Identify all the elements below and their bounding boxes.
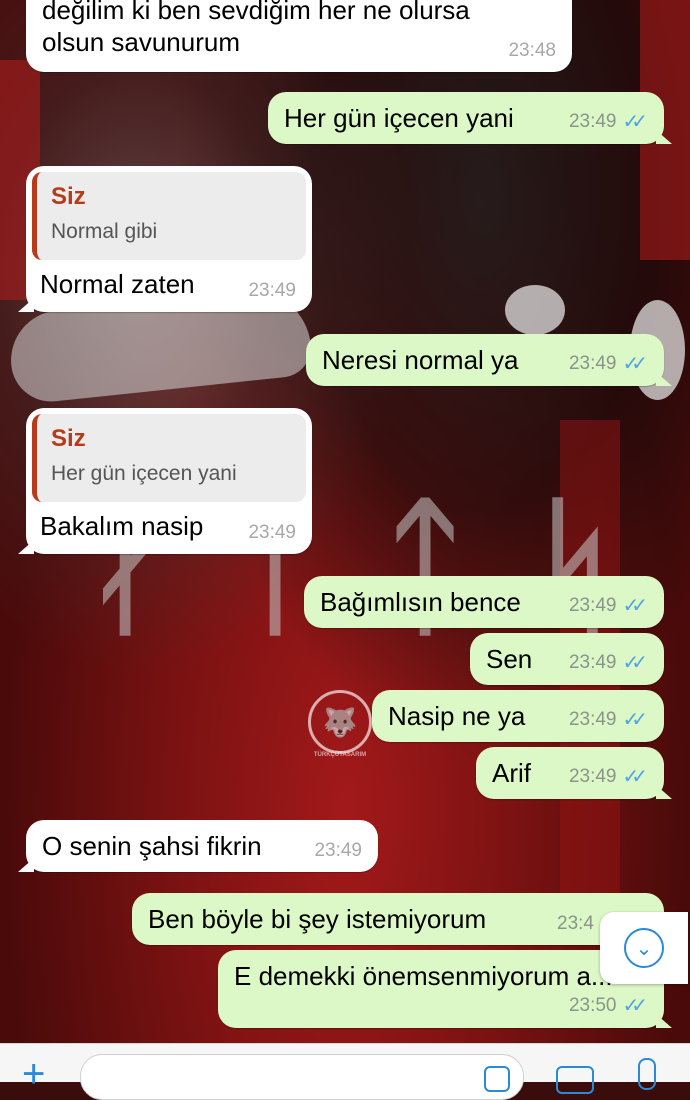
watermark-text: TÜRKÇÜTASARIM xyxy=(313,752,367,758)
plus-icon[interactable]: + xyxy=(22,1054,45,1094)
message-time: 23:49 xyxy=(314,840,362,862)
message-timestamp: 23:49 xyxy=(568,651,617,673)
quote-text: Normal gibi xyxy=(51,220,158,243)
message-time: 23:49 ✓✓ xyxy=(569,109,648,134)
message-timestamp: 23:49 xyxy=(568,352,617,374)
message-incoming[interactable]: O senin şahsi fikrin 23:49 xyxy=(18,820,378,872)
message-timestamp: 23:49 xyxy=(248,522,296,543)
message-outgoing[interactable]: Arif 23:49 ✓✓ xyxy=(476,747,672,799)
message-timestamp: 23:4 xyxy=(557,913,594,934)
message-time: 23:49 xyxy=(248,280,296,302)
message-timestamp: 23:49 xyxy=(314,840,362,861)
double-check-icon: ✓✓ xyxy=(622,995,647,1017)
message-time: 23:49 ✓✓ xyxy=(569,650,648,675)
message-time: 23:48 xyxy=(508,40,556,62)
scroll-to-bottom-button[interactable]: ⌄ xyxy=(600,912,688,984)
double-check-icon: ✓✓ xyxy=(622,709,647,731)
message-time: 23:49 ✓✓ xyxy=(569,707,648,732)
message-outgoing[interactable]: Her gün içecen yani 23:49 ✓✓ xyxy=(268,92,672,144)
message-incoming-reply[interactable]: Siz Normal gibi Normal zaten 23:49 xyxy=(18,166,312,312)
message-text: değilim ki ben sevdiğim her ne olursa xyxy=(42,0,470,25)
double-check-icon: ✓✓ xyxy=(622,111,647,133)
double-check-icon: ✓✓ xyxy=(622,353,647,375)
message-timestamp: 23:49 xyxy=(568,765,617,787)
quote-author: Siz xyxy=(51,425,86,452)
double-check-icon: ✓✓ xyxy=(622,595,647,617)
mic-icon[interactable] xyxy=(638,1058,656,1090)
message-text: E demekki önemsenmiyorum a... xyxy=(234,961,613,991)
quoted-message[interactable]: Siz Normal gibi xyxy=(32,172,306,260)
message-time: 23:49 ✓✓ xyxy=(569,593,648,618)
message-outgoing[interactable]: Neresi normal ya 23:49 ✓✓ xyxy=(306,334,672,386)
message-outgoing[interactable]: Sen 23:49 ✓✓ xyxy=(470,633,664,685)
message-timestamp: 23:50 xyxy=(568,994,617,1016)
message-timestamp: 23:49 xyxy=(568,594,617,616)
message-time: 23:49 ✓✓ xyxy=(569,351,648,376)
message-outgoing[interactable]: Ben böyle bi şey istemiyorum 23:4 xyxy=(132,893,664,945)
quoted-message[interactable]: Siz Her gün içecen yani xyxy=(32,414,306,502)
message-timestamp: 23:48 xyxy=(508,40,556,61)
sticker-icon[interactable] xyxy=(484,1066,510,1092)
watermark-wolf-icon: 🐺 xyxy=(308,690,372,754)
message-timestamp: 23:49 xyxy=(568,110,617,132)
message-outgoing[interactable]: E demekki önemsenmiyorum a... 23:50 ✓✓ xyxy=(218,950,672,1028)
message-text: olsun savunurum xyxy=(42,27,240,57)
wallpaper-flower xyxy=(505,285,565,335)
message-outgoing[interactable]: Nasip ne ya 23:49 ✓✓ xyxy=(372,690,664,742)
chevron-down-icon: ⌄ xyxy=(624,928,664,968)
message-input-bar: + xyxy=(0,1043,690,1100)
message-incoming[interactable]: değilim ki ben sevdiğim her ne olursa ol… xyxy=(26,0,572,72)
message-time: 23:49 xyxy=(248,522,296,544)
quote-author: Siz xyxy=(51,183,86,210)
double-check-icon: ✓✓ xyxy=(622,652,647,674)
message-time: 23:50 ✓✓ xyxy=(569,993,648,1018)
message-incoming-reply[interactable]: Siz Her gün içecen yani Bakalım nasip 23… xyxy=(18,408,312,554)
camera-icon[interactable] xyxy=(556,1066,594,1094)
double-check-icon: ✓✓ xyxy=(622,766,647,788)
quote-text: Her gün içecen yani xyxy=(51,462,237,485)
message-timestamp: 23:49 xyxy=(248,280,296,301)
message-timestamp: 23:49 xyxy=(568,708,617,730)
message-time: 23:49 ✓✓ xyxy=(569,764,648,789)
message-outgoing[interactable]: Bağımlısın bence 23:49 ✓✓ xyxy=(304,576,664,628)
message-time: 23:4 xyxy=(557,913,594,935)
message-input[interactable] xyxy=(80,1054,524,1100)
